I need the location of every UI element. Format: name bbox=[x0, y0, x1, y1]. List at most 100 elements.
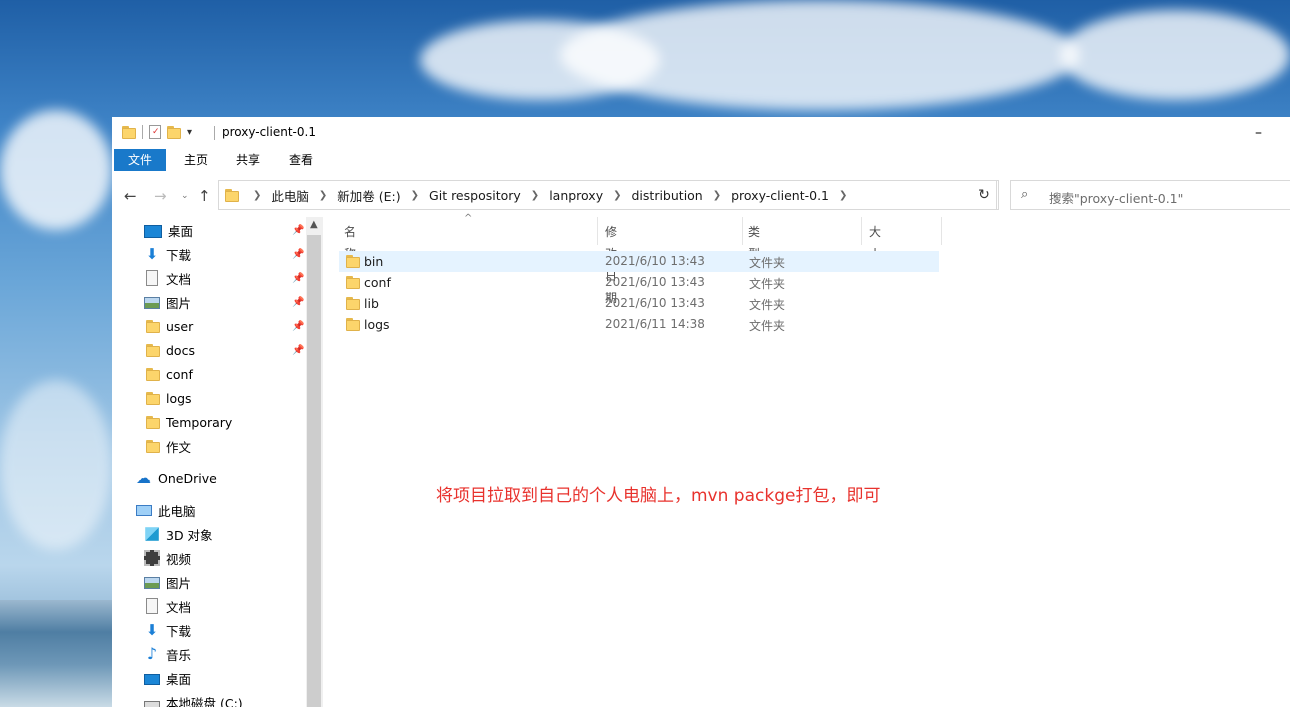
nav-item-user[interactable]: user bbox=[146, 315, 193, 337]
file-type: 文件夹 bbox=[749, 277, 786, 291]
pin-icon[interactable]: 📌 bbox=[292, 273, 304, 284]
nav-item-label: 3D 对象 bbox=[166, 527, 213, 543]
scrollbar-thumb[interactable] bbox=[307, 235, 321, 707]
nav-item-label: 文档 bbox=[166, 599, 192, 615]
file-type: 文件夹 bbox=[749, 319, 786, 333]
nav-item-3d-objects[interactable]: 3D 对象 bbox=[144, 523, 213, 545]
back-arrow-icon[interactable]: ← bbox=[124, 187, 137, 205]
navigation-scrollbar[interactable]: ▲ bbox=[306, 217, 323, 707]
address-bar[interactable]: ❯ 此电脑 ❯ 新加卷 (E:) ❯ Git respository ❯ lan… bbox=[218, 180, 1059, 210]
file-modified: 2021/6/10 13:43 bbox=[605, 296, 705, 310]
breadcrumb-item[interactable]: 此电脑 bbox=[269, 186, 311, 205]
column-divider[interactable] bbox=[742, 217, 743, 245]
nav-item-this-pc[interactable]: 此电脑 bbox=[136, 499, 196, 521]
new-folder-icon[interactable] bbox=[167, 125, 181, 139]
nav-item-onedrive[interactable]: ☁ OneDrive bbox=[136, 467, 217, 489]
nav-item-pictures[interactable]: 图片 bbox=[144, 291, 191, 313]
breadcrumb-separator-icon[interactable]: ❯ bbox=[245, 190, 269, 201]
column-header-type[interactable]: 类型 bbox=[748, 221, 760, 261]
sort-ascending-icon: ^ bbox=[464, 213, 473, 224]
nav-item-logs[interactable]: logs bbox=[146, 387, 192, 409]
breadcrumb-separator-icon[interactable]: ❯ bbox=[311, 190, 335, 201]
nav-item-documents[interactable]: 文档 bbox=[144, 267, 191, 289]
folder-icon bbox=[146, 367, 160, 381]
file-row-bin[interactable]: bin 2021/6/10 13:43 文件夹 bbox=[339, 251, 939, 272]
nav-item-label: 作文 bbox=[166, 439, 192, 455]
nav-item-label: OneDrive bbox=[158, 470, 217, 486]
tab-home[interactable]: 主页 bbox=[170, 149, 222, 171]
nav-item-music[interactable]: ♪ 音乐 bbox=[144, 643, 191, 665]
column-header-modified[interactable]: 修改日期 bbox=[605, 221, 617, 305]
nav-item-downloads[interactable]: ⬇ 下载 bbox=[144, 243, 191, 265]
column-divider[interactable] bbox=[941, 217, 942, 245]
scroll-up-icon[interactable]: ▲ bbox=[310, 219, 318, 230]
drive-icon bbox=[144, 701, 160, 707]
breadcrumb-separator-icon[interactable]: ❯ bbox=[831, 190, 855, 201]
annotation-note: 将项目拉取到自己的个人电脑上，mvn packge打包，即可 bbox=[436, 486, 881, 506]
document-icon bbox=[146, 598, 158, 614]
breadcrumb-item[interactable]: lanproxy bbox=[547, 188, 605, 203]
nav-item-label: 桌面 bbox=[166, 671, 192, 687]
desktop-icon bbox=[144, 224, 162, 238]
tab-view[interactable]: 查看 bbox=[275, 149, 327, 171]
breadcrumb-item[interactable]: proxy-client-0.1 bbox=[729, 188, 831, 203]
file-type: 文件夹 bbox=[749, 256, 786, 270]
breadcrumb-item[interactable]: Git respository bbox=[427, 188, 523, 203]
nav-item-local-disk-c[interactable]: 本地磁盘 (C:) bbox=[144, 691, 243, 707]
ribbon-tabs: 文件 主页 共享 查看 bbox=[112, 147, 1290, 173]
breadcrumb-item[interactable]: distribution bbox=[630, 188, 705, 203]
nav-item-documents-pc[interactable]: 文档 bbox=[144, 595, 191, 617]
customize-toolbar-dropdown-icon[interactable]: ▾ bbox=[187, 127, 192, 138]
folder-icon bbox=[146, 319, 160, 333]
column-header-size[interactable]: 大小 bbox=[869, 221, 881, 261]
address-row: ← → ⌄ ↑ ❯ 此电脑 ❯ 新加卷 (E:) ❯ Git resposito… bbox=[112, 179, 1290, 211]
nav-item-label: 音乐 bbox=[166, 647, 192, 663]
breadcrumb-separator-icon[interactable]: ❯ bbox=[523, 190, 547, 201]
pin-icon[interactable]: 📌 bbox=[292, 345, 304, 356]
3d-objects-icon bbox=[145, 527, 159, 541]
nav-item-desktop[interactable]: 桌面 bbox=[144, 219, 193, 241]
nav-item-videos[interactable]: 视频 bbox=[144, 547, 191, 569]
folder-icon bbox=[346, 296, 360, 310]
forward-arrow-icon[interactable]: → bbox=[154, 187, 167, 205]
search-input[interactable]: ⌕ 搜索"proxy-client-0.1" bbox=[1010, 180, 1290, 210]
nav-item-label: 此电脑 bbox=[158, 503, 196, 519]
file-name: lib bbox=[364, 296, 379, 311]
recent-locations-chevron-icon[interactable]: ⌄ bbox=[181, 191, 189, 201]
tab-share[interactable]: 共享 bbox=[222, 149, 274, 171]
document-icon bbox=[146, 270, 158, 286]
minimize-button[interactable]: – bbox=[1255, 125, 1262, 141]
column-divider[interactable] bbox=[597, 217, 598, 245]
folder-icon bbox=[346, 275, 360, 289]
pin-icon[interactable]: 📌 bbox=[292, 321, 304, 332]
column-header-name[interactable]: 名称 bbox=[344, 221, 356, 261]
nav-item-zuowen[interactable]: 作文 bbox=[146, 435, 191, 457]
file-row-logs[interactable]: logs 2021/6/11 14:38 文件夹 bbox=[339, 314, 939, 335]
nav-item-conf[interactable]: conf bbox=[146, 363, 193, 385]
properties-icon[interactable]: ✓ bbox=[149, 125, 161, 139]
breadcrumb-separator-icon[interactable]: ❯ bbox=[705, 190, 729, 201]
nav-item-desktop-pc[interactable]: 桌面 bbox=[144, 667, 191, 689]
tab-file[interactable]: 文件 bbox=[114, 149, 167, 171]
breadcrumb-separator-icon[interactable]: ❯ bbox=[403, 190, 427, 201]
nav-item-docs[interactable]: docs bbox=[146, 339, 195, 361]
file-row-conf[interactable]: conf 2021/6/10 13:43 文件夹 bbox=[339, 272, 939, 293]
nav-item-pictures-pc[interactable]: 图片 bbox=[144, 571, 191, 593]
file-row-lib[interactable]: lib 2021/6/10 13:43 文件夹 bbox=[339, 293, 939, 314]
nav-item-temporary[interactable]: Temporary bbox=[146, 411, 232, 433]
column-divider[interactable] bbox=[861, 217, 862, 245]
refresh-button[interactable]: ↻ bbox=[970, 180, 999, 210]
nav-item-label: 图片 bbox=[166, 575, 192, 591]
picture-icon bbox=[144, 297, 160, 309]
folder-icon bbox=[146, 415, 160, 429]
up-arrow-icon[interactable]: ↑ bbox=[198, 187, 211, 205]
title-bar: ✓ ▾ proxy-client-0.1 – bbox=[112, 117, 1290, 147]
file-name: conf bbox=[364, 275, 391, 290]
breadcrumb-item[interactable]: 新加卷 (E:) bbox=[335, 186, 402, 205]
pin-icon[interactable]: 📌 bbox=[292, 225, 304, 236]
breadcrumb-separator-icon[interactable]: ❯ bbox=[605, 190, 629, 201]
pin-icon[interactable]: 📌 bbox=[292, 297, 304, 308]
file-explorer-window: ✓ ▾ proxy-client-0.1 – 文件 主页 共享 查看 ← → ⌄… bbox=[112, 117, 1290, 707]
nav-item-downloads-pc[interactable]: ⬇ 下载 bbox=[144, 619, 191, 641]
pin-icon[interactable]: 📌 bbox=[292, 249, 304, 260]
